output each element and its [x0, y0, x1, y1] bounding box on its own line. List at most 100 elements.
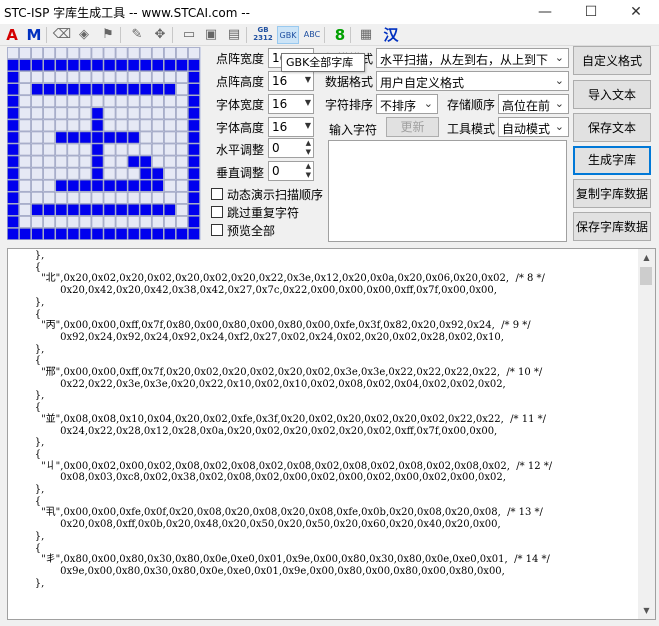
grid-cell[interactable]: [151, 119, 164, 132]
grid-cell[interactable]: [127, 155, 140, 168]
grid-cell[interactable]: [55, 179, 68, 192]
grid-cell[interactable]: [31, 131, 43, 144]
grid-cell[interactable]: [79, 59, 92, 71]
output-textarea[interactable]: }, { "北",0x20,0x02,0x20,0x02,0x20,0x02,0…: [7, 248, 656, 620]
grid-cell[interactable]: [115, 119, 128, 132]
grid-cell[interactable]: [43, 71, 56, 83]
grid-cell[interactable]: [139, 143, 152, 156]
grid-cell[interactable]: [91, 83, 104, 96]
grid-cell[interactable]: [115, 191, 128, 204]
grid-cell[interactable]: [91, 167, 104, 180]
grid-cell[interactable]: [103, 71, 116, 83]
grid-cell[interactable]: [139, 191, 152, 204]
grid-cell[interactable]: [115, 179, 128, 192]
grid-cell[interactable]: [139, 228, 152, 240]
grid-cell[interactable]: [91, 95, 104, 108]
input-char-textarea[interactable]: [328, 140, 567, 242]
grid-cell[interactable]: [151, 107, 164, 120]
grid-cell[interactable]: [127, 119, 140, 132]
grid-cell[interactable]: [103, 216, 116, 228]
grid-cell[interactable]: [139, 71, 152, 83]
grid-cell[interactable]: [43, 167, 56, 180]
grid-cell[interactable]: [115, 167, 128, 180]
grid-cell[interactable]: [103, 228, 116, 240]
grid-cell[interactable]: [55, 216, 68, 228]
grid-cell[interactable]: [176, 107, 188, 120]
grid-cell[interactable]: [55, 143, 68, 156]
grid-cell[interactable]: [103, 204, 116, 216]
grid-cell[interactable]: [79, 131, 92, 144]
grid-cell[interactable]: [55, 83, 68, 96]
grid-cell[interactable]: [176, 119, 188, 132]
grid-cell[interactable]: [188, 167, 200, 180]
grid-cell[interactable]: [91, 216, 104, 228]
grid-cell[interactable]: [188, 95, 200, 108]
custom-format-button[interactable]: 自定义格式: [573, 46, 651, 75]
update-button[interactable]: 更新: [386, 117, 439, 137]
digit-8-icon[interactable]: 8: [330, 26, 350, 44]
checkbox-dynamic-scan[interactable]: 动态演示扫描顺序: [211, 186, 326, 202]
grid-cell[interactable]: [188, 59, 200, 71]
pixel-grid[interactable]: [7, 47, 201, 240]
grid-cell[interactable]: [164, 59, 176, 71]
grid-cell[interactable]: [139, 107, 152, 120]
grid-cell[interactable]: [164, 216, 176, 228]
grid-cell[interactable]: [7, 191, 19, 204]
gb2312-icon[interactable]: GB 2312: [253, 26, 273, 44]
grid-cell[interactable]: [7, 204, 19, 216]
grid-cell[interactable]: [19, 131, 31, 144]
grid-cell[interactable]: [43, 107, 56, 120]
grid-cell[interactable]: [67, 216, 80, 228]
grid-cell[interactable]: [151, 216, 164, 228]
grid-cell[interactable]: [67, 95, 80, 108]
grid-cell[interactable]: [164, 167, 176, 180]
grid-cell[interactable]: [31, 204, 43, 216]
grid-cell[interactable]: [7, 143, 19, 156]
grid-cell[interactable]: [31, 191, 43, 204]
eraser-icon[interactable]: ⌫: [52, 26, 72, 44]
maximize-button[interactable]: ☐: [568, 0, 614, 24]
grid-cell[interactable]: [127, 228, 140, 240]
grid-cell[interactable]: [67, 204, 80, 216]
grid-cell[interactable]: [139, 59, 152, 71]
grid-cell[interactable]: [176, 47, 188, 59]
char-sort-select[interactable]: 不排序 ⌄: [376, 94, 438, 114]
grid-cell[interactable]: [43, 119, 56, 132]
scroll-down-icon[interactable]: ▼: [638, 602, 655, 619]
grid-cell[interactable]: [151, 143, 164, 156]
grid-cell[interactable]: [79, 95, 92, 108]
checkbox-box[interactable]: [211, 188, 223, 200]
grid-cell[interactable]: [176, 204, 188, 216]
grid-cell[interactable]: [79, 167, 92, 180]
checkbox-box[interactable]: [211, 206, 223, 218]
grid-cell[interactable]: [7, 167, 19, 180]
grid-cell[interactable]: [7, 216, 19, 228]
grid-cell[interactable]: [139, 179, 152, 192]
grid-cell[interactable]: [31, 59, 43, 71]
h-adjust-spinner[interactable]: 0 ▲ ▼: [268, 138, 314, 158]
grid-cell[interactable]: [188, 107, 200, 120]
grid-cell[interactable]: [164, 107, 176, 120]
grid-cell[interactable]: [19, 59, 31, 71]
font-preview-grid[interactable]: [7, 47, 201, 240]
grid-cell[interactable]: [43, 83, 56, 96]
grid-cell[interactable]: [164, 155, 176, 168]
grid-cell[interactable]: [139, 155, 152, 168]
grid-cell[interactable]: [164, 204, 176, 216]
grid-cell[interactable]: [67, 167, 80, 180]
minimize-button[interactable]: —: [522, 0, 568, 24]
grid-cell[interactable]: [103, 179, 116, 192]
grid-cell[interactable]: [115, 155, 128, 168]
grid-cell[interactable]: [139, 119, 152, 132]
close-button[interactable]: ✕: [613, 0, 659, 24]
palette-icon[interactable]: ▦: [356, 26, 376, 44]
grid-cell[interactable]: [139, 131, 152, 144]
grid-cell[interactable]: [103, 191, 116, 204]
grid-cell[interactable]: [127, 83, 140, 96]
grid-cell[interactable]: [67, 179, 80, 192]
grid-cell[interactable]: [176, 228, 188, 240]
font-color-m-icon[interactable]: M: [24, 26, 44, 44]
grid-cell[interactable]: [127, 71, 140, 83]
grid-cell[interactable]: [188, 216, 200, 228]
grid-cell[interactable]: [67, 191, 80, 204]
